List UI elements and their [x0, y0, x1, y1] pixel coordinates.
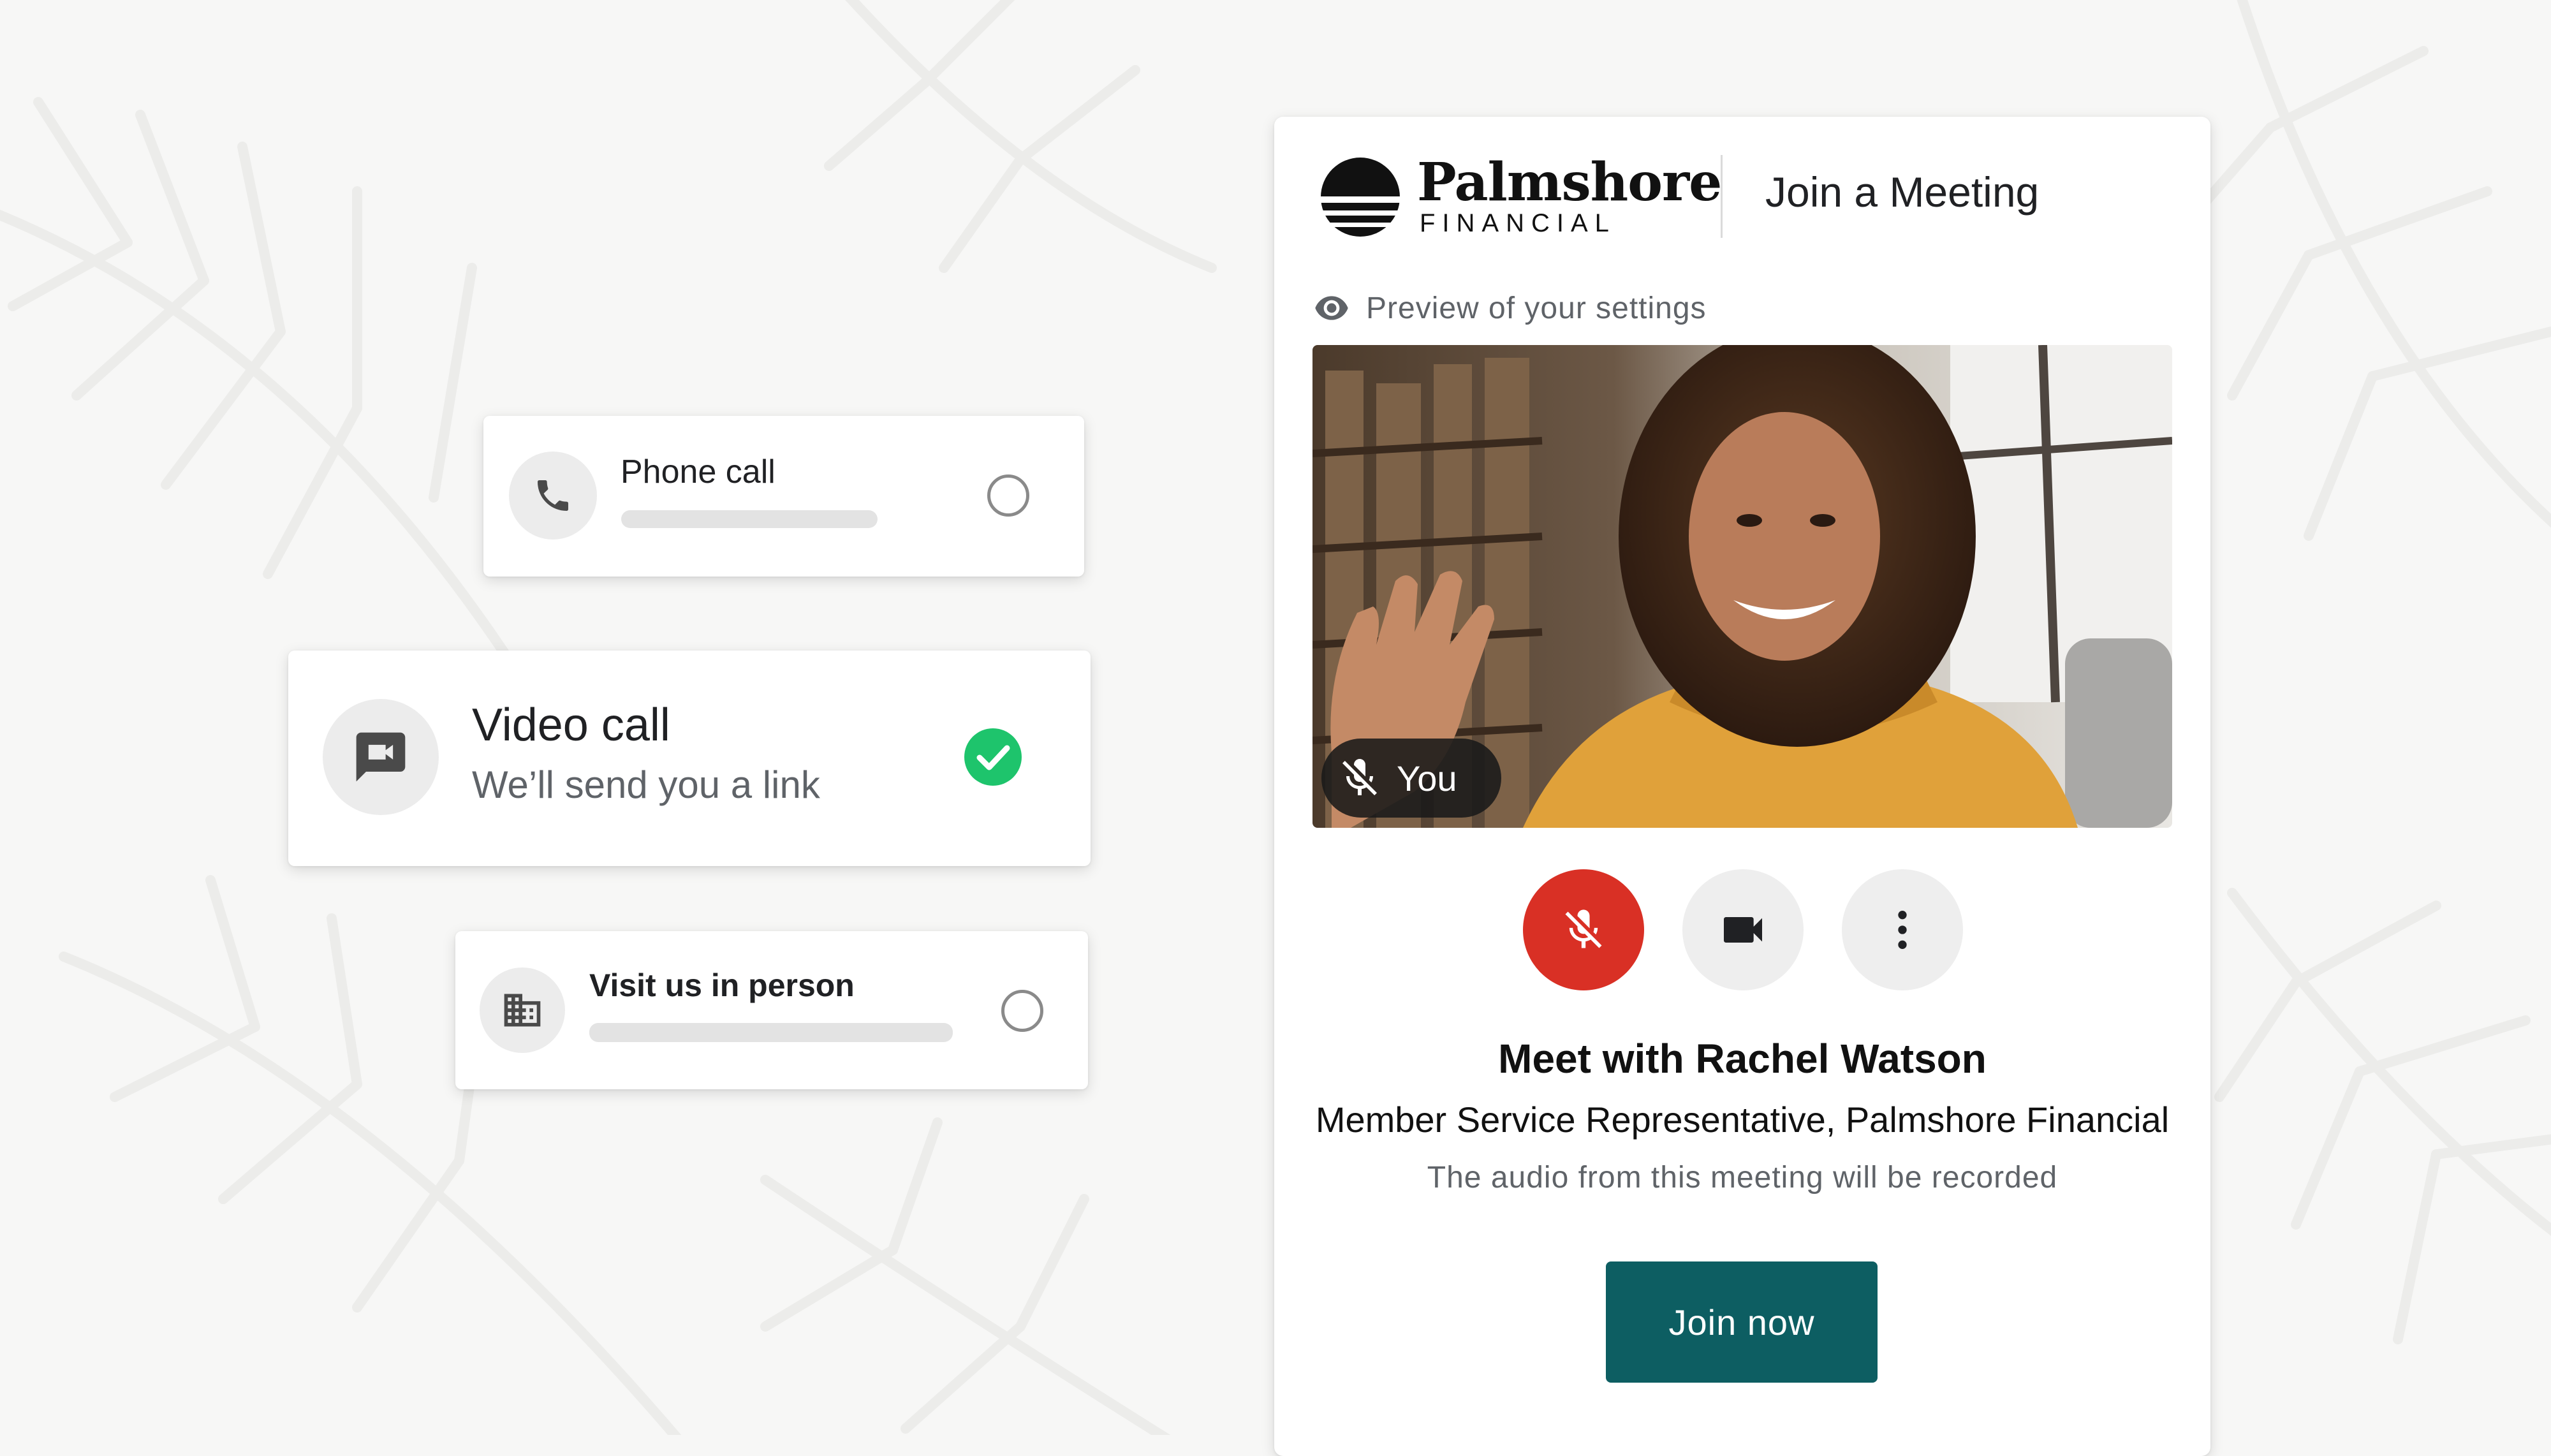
video-call-title: Video call	[472, 700, 670, 751]
building-icon	[504, 994, 541, 1027]
preview-label: Preview of your settings	[1366, 291, 1707, 325]
eye-icon	[1315, 296, 1348, 320]
self-label-chip: You	[1321, 739, 1501, 818]
join-meeting-panel: Palmshore FINANCIAL Join a Meeting Previ…	[1274, 117, 2210, 1456]
meeting-title: Meet with Rachel Watson	[1498, 1036, 1987, 1082]
phone-call-placeholder-bar	[621, 510, 878, 528]
video-chat-icon	[356, 732, 406, 782]
brand-subtitle: FINANCIAL	[1420, 209, 1616, 237]
phone-icon	[538, 480, 568, 511]
mic-off-icon	[1565, 909, 1602, 948]
microphone-toggle-button[interactable]	[1523, 869, 1644, 990]
option-visit-in-person[interactable]: Visit us in person	[455, 931, 1088, 1089]
more-options-button[interactable]	[1842, 869, 1963, 990]
mic-off-icon	[1342, 759, 1377, 795]
phone-call-title: Phone call	[621, 453, 776, 490]
palmshore-logo-icon	[1321, 158, 1400, 237]
selected-check-icon[interactable]	[964, 728, 1022, 786]
phone-call-radio[interactable]	[987, 474, 1029, 517]
page-title: Join a Meeting	[1765, 168, 2040, 216]
option-video-call[interactable]: Video call We’ll send you a link	[288, 651, 1091, 866]
self-label: You	[1397, 758, 1457, 798]
visit-in-person-title: Visit us in person	[589, 967, 855, 1003]
video-camera-icon	[1724, 917, 1762, 943]
video-call-subtitle: We’ll send you a link	[472, 763, 820, 806]
visit-in-person-placeholder-bar	[589, 1023, 953, 1042]
recording-notice: The audio from this meeting will be reco…	[1427, 1161, 2058, 1195]
option-phone-call[interactable]: Phone call	[483, 416, 1084, 577]
self-video-preview: You	[1312, 345, 2172, 828]
brand-name: Palmshore	[1417, 152, 1722, 213]
camera-toggle-button[interactable]	[1682, 869, 1804, 990]
more-vertical-icon	[1898, 911, 1907, 949]
video-chat-icon-container	[323, 699, 439, 815]
visit-in-person-radio[interactable]	[1001, 990, 1043, 1032]
join-now-button[interactable]: Join now	[1606, 1261, 1878, 1383]
preview-label-row: Preview of your settings	[1314, 289, 1707, 327]
header-divider	[1721, 155, 1723, 238]
meeting-host-role: Member Service Representative, Palmshore…	[1315, 1099, 2170, 1140]
phone-icon-container	[509, 452, 597, 540]
building-icon-container	[480, 967, 565, 1053]
